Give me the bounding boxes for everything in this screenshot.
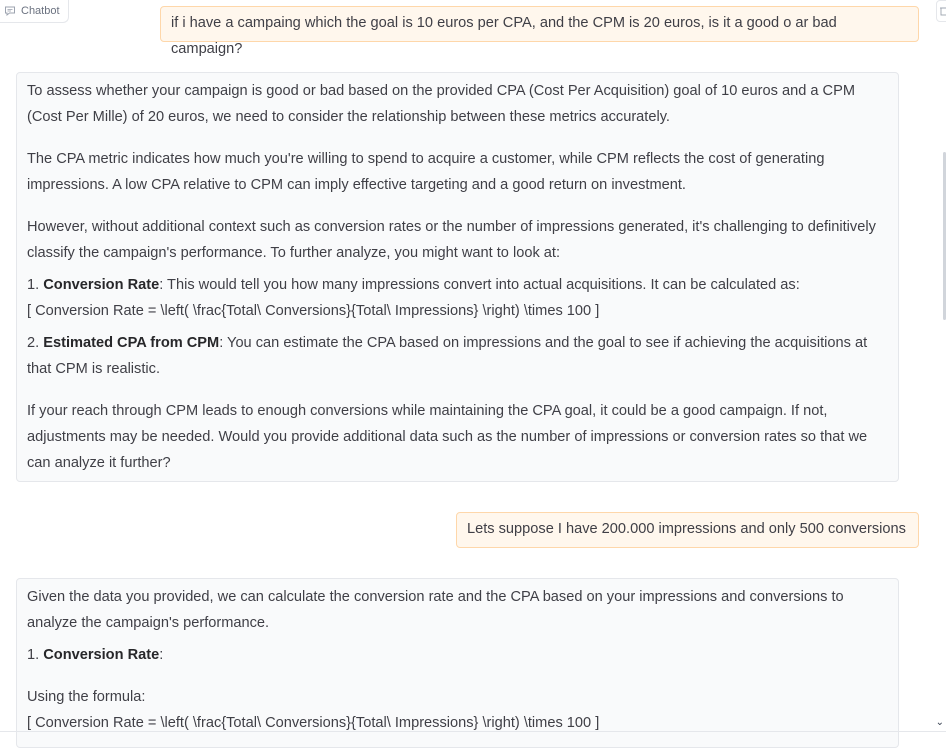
list-item-title: Conversion Rate	[43, 647, 160, 663]
user-message: if i have a campaing which the goal is 1…	[160, 6, 919, 57]
chat-bubble-icon	[5, 6, 15, 17]
list-item-text: : This would tell you how many impressio…	[159, 277, 800, 293]
bot-message: Given the data you provided, we can calc…	[16, 578, 899, 748]
user-message-text: Lets suppose I have 200.000 impressions …	[467, 521, 906, 537]
list-number: 1.	[27, 277, 44, 293]
bot-paragraph: If your reach through CPM leads to enoug…	[27, 403, 868, 471]
bot-paragraph: Given the data you provided, we can calc…	[27, 589, 844, 631]
list-item-text: :	[159, 647, 164, 663]
trash-icon	[940, 7, 946, 16]
formula: [ Conversion Rate = \left( \frac{Total\ …	[27, 715, 600, 731]
bot-paragraph: However, without additional context such…	[27, 219, 876, 261]
formula: [ Conversion Rate = \left( \frac{Total\ …	[27, 303, 600, 319]
list-item: 1. Conversion Rate:	[27, 642, 888, 668]
list-item-title: Estimated CPA from CPM	[43, 335, 220, 351]
chevron-down-icon[interactable]: ⌄	[936, 717, 944, 728]
list-number: 1.	[27, 647, 44, 663]
list-item: 1. Conversion Rate: This would tell you …	[27, 272, 888, 298]
list-item: 2. Estimated CPA from CPM: You can estim…	[27, 330, 888, 382]
bot-paragraph: To assess whether your campaign is good …	[27, 83, 855, 125]
divider	[0, 731, 946, 732]
bot-message: To assess whether your campaign is good …	[16, 72, 899, 482]
bot-paragraph: Using the formula:	[27, 689, 146, 705]
chatbot-label: Chatbot	[0, 0, 69, 23]
user-message-text: if i have a campaing which the goal is 1…	[171, 15, 837, 57]
user-message: Lets suppose I have 200.000 impressions …	[456, 512, 919, 548]
clear-chat-button[interactable]	[936, 0, 946, 22]
list-number: 2.	[27, 335, 44, 351]
chatbot-label-text: Chatbot	[21, 5, 60, 17]
list-item-title: Conversion Rate	[43, 277, 160, 293]
bot-paragraph: The CPA metric indicates how much you're…	[27, 151, 825, 193]
